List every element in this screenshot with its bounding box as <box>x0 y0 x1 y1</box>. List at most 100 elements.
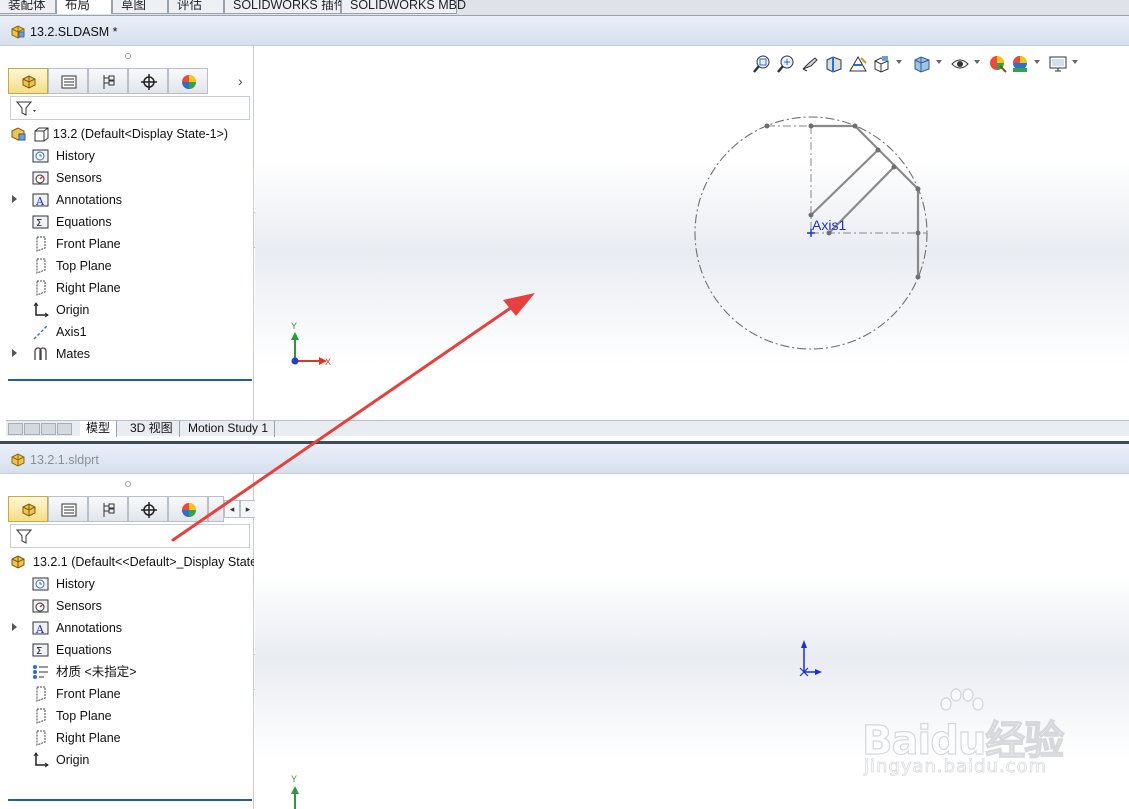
tree-item[interactable]: Sensors <box>6 167 254 189</box>
expand-arrow-icon[interactable] <box>12 623 17 631</box>
tab-sketch[interactable]: 草图 <box>112 0 168 14</box>
tree-item-label: Equations <box>56 643 112 657</box>
tab-3d-view[interactable]: 3D 视图 <box>124 421 180 437</box>
tree-item-label: Mates <box>56 347 91 361</box>
display-manager-icon <box>182 75 196 89</box>
tree-filter[interactable] <box>10 524 250 548</box>
tree-item[interactable]: A Annotations <box>6 617 254 639</box>
tree-item[interactable]: Right Plane <box>6 727 254 749</box>
triad-y-label: Y <box>291 321 297 331</box>
pane-grip[interactable] <box>6 474 254 494</box>
tab-motion-study[interactable]: Motion Study 1 <box>182 421 276 437</box>
tree-item[interactable]: Top Plane <box>6 705 254 727</box>
tree-item[interactable]: Mates <box>6 343 254 365</box>
svg-text:A: A <box>35 623 45 636</box>
tree-item[interactable]: Right Plane <box>6 277 254 299</box>
tab-assembly[interactable]: 装配体 <box>0 0 56 14</box>
tab-model[interactable]: 模型 <box>80 421 118 437</box>
plane-icon <box>32 730 50 746</box>
sensors-icon <box>32 170 50 186</box>
tab-property-manager[interactable] <box>48 496 88 522</box>
origin-icon <box>32 302 50 318</box>
plane-icon <box>32 708 50 724</box>
filter-icon <box>15 529 33 544</box>
part-icon <box>11 453 25 467</box>
axis-label[interactable]: Axis1 <box>812 217 846 233</box>
history-icon <box>32 148 50 164</box>
tab-configuration-manager[interactable] <box>88 496 128 522</box>
tab-dimxpert-manager[interactable] <box>128 68 168 94</box>
command-manager-tabs: 装配体 布局 草图 评估 SOLIDWORKS 插件 SOLIDWORKS MB… <box>0 0 1129 16</box>
tree-item[interactable]: 材质 <未指定> <box>6 661 254 683</box>
plane-icon <box>32 258 50 274</box>
tab-display-manager[interactable] <box>168 496 208 522</box>
tree-item[interactable]: Axis1 <box>6 321 254 343</box>
tree-item-label: Right Plane <box>56 281 121 295</box>
tree-item-label: Axis1 <box>56 325 87 339</box>
assembly-icon <box>11 127 26 141</box>
chevron-right-icon[interactable]: › <box>238 73 243 89</box>
tree-item[interactable]: Front Plane <box>6 683 254 705</box>
graphics-area[interactable]: Axis1 Y X <box>255 46 1129 420</box>
tab-feature-manager[interactable] <box>8 496 48 522</box>
tree-item[interactable]: Origin <box>6 749 254 771</box>
sketch-outline[interactable] <box>811 124 920 277</box>
configuration-icon <box>34 127 49 142</box>
tab-evaluate[interactable]: 评估 <box>168 0 224 14</box>
tree-item[interactable]: Front Plane <box>6 233 254 255</box>
document-title-bar: 13.2.SLDASM * <box>0 16 1129 46</box>
tab-solidworks-addins[interactable]: SOLIDWORKS 插件 <box>224 0 346 14</box>
svg-text:Σ: Σ <box>36 218 42 229</box>
tree-item[interactable]: A Annotations <box>6 189 254 211</box>
feature-manager-pane: ◂ ▸ 13.2.1 (Default<<Default>_Display St… <box>6 474 256 809</box>
tree-item-label: Top Plane <box>56 259 112 273</box>
tree-item-label: Equations <box>56 215 112 229</box>
configuration-manager-icon <box>103 503 115 517</box>
tree-item-label: Sensors <box>56 599 102 613</box>
tree-root-assembly[interactable]: 13.2 (Default<Display State-1>) <box>6 123 254 145</box>
feature-manager-pane: › 13.2 (Default<Display State-1>) Histor… <box>6 46 254 420</box>
scroll-right-icon[interactable]: ▸ <box>240 500 256 518</box>
tree-root-part[interactable]: 13.2.1 (Default<<Default>_Display State <box>6 551 254 573</box>
scroll-left-icon[interactable]: ◂ <box>224 500 240 518</box>
tab-dimxpert-manager[interactable] <box>128 496 168 522</box>
plane-icon <box>32 686 50 702</box>
tab-solidworks-mbd[interactable]: SOLIDWORKS MBD <box>341 0 466 14</box>
tab-scroll-buttons[interactable] <box>8 423 72 435</box>
pane-grip[interactable] <box>6 46 254 66</box>
mates-icon <box>32 346 50 362</box>
baidu-jingyan-watermark: Baidu经验 jingyan.baidu.com <box>861 688 1072 790</box>
tab-layout[interactable]: 布局 <box>56 0 112 14</box>
tree-item[interactable]: Top Plane <box>6 255 254 277</box>
tree-item-label: Origin <box>56 303 90 317</box>
tab-display-manager[interactable] <box>168 68 208 94</box>
tree-item-label: History <box>56 149 95 163</box>
equations-icon: Σ <box>32 642 50 658</box>
tree-item[interactable]: History <box>6 573 254 595</box>
plane-icon <box>32 280 50 296</box>
tree-item-label: Sensors <box>56 171 102 185</box>
tree-item[interactable]: Origin <box>6 299 254 321</box>
tree-item-label: Top Plane <box>56 709 112 723</box>
configuration-manager-icon <box>103 75 115 89</box>
tree-item[interactable]: Σ Equations <box>6 639 254 661</box>
tree-end-divider <box>8 799 252 801</box>
tab-configuration-manager[interactable] <box>88 68 128 94</box>
tree-filter[interactable] <box>10 96 250 120</box>
expand-arrow-icon[interactable] <box>12 349 17 357</box>
dimxpert-icon <box>141 502 157 518</box>
triad-x-label: X <box>325 357 331 367</box>
tab-overflow[interactable] <box>208 496 224 522</box>
sketch-line-a[interactable] <box>810 149 879 216</box>
tree-item[interactable]: Sensors <box>6 595 254 617</box>
tree-item[interactable]: History <box>6 145 254 167</box>
tab-property-manager[interactable] <box>48 68 88 94</box>
tree-item-label: Right Plane <box>56 731 121 745</box>
tree-root-label: 13.2 (Default<Display State-1>) <box>53 127 229 141</box>
expand-arrow-icon[interactable] <box>12 195 17 203</box>
tab-feature-manager[interactable] <box>8 68 48 94</box>
tree-item-label: Front Plane <box>56 687 121 701</box>
filter-icon <box>15 101 36 116</box>
tree-item[interactable]: Σ Equations <box>6 211 254 233</box>
document-title: 13.2.1.sldprt <box>30 453 99 467</box>
